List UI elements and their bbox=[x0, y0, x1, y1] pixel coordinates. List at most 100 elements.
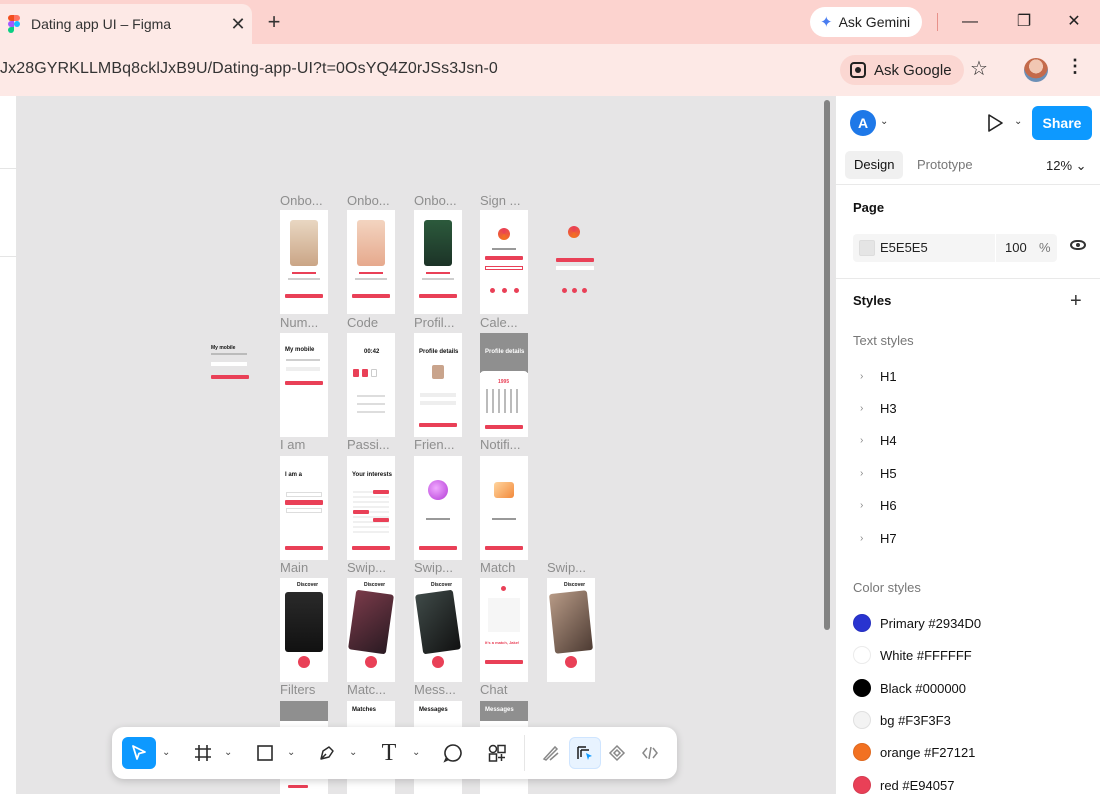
color-style-item[interactable]: White #FFFFFF bbox=[853, 645, 972, 665]
add-style-icon[interactable]: + bbox=[1070, 290, 1082, 313]
eye-icon[interactable] bbox=[1070, 240, 1086, 250]
page-color-hex[interactable]: E5E5E5 bbox=[880, 240, 928, 255]
new-tab-button[interactable]: + bbox=[262, 10, 286, 34]
frame-swipe-2[interactable]: Discover bbox=[414, 578, 462, 682]
color-style-item[interactable]: Black #000000 bbox=[853, 678, 966, 698]
text-style-item[interactable]: › H6 bbox=[860, 495, 897, 515]
figma-canvas[interactable]: My mobile Onbo... Onbo... Onbo... Sign .… bbox=[17, 96, 835, 794]
frame-label[interactable]: Mess... bbox=[414, 682, 456, 697]
comment-tool-button[interactable] bbox=[438, 737, 468, 769]
tabbar-divider bbox=[937, 13, 938, 31]
minimize-button[interactable]: — bbox=[958, 10, 982, 34]
user-avatar[interactable]: A bbox=[850, 110, 876, 136]
frame-label[interactable]: Num... bbox=[280, 315, 318, 330]
move-tool-button[interactable] bbox=[122, 737, 156, 769]
frame-label[interactable]: Onbo... bbox=[347, 193, 390, 208]
chevron-down-icon[interactable]: ⌄ bbox=[224, 747, 232, 758]
frame-label[interactable]: Filters bbox=[280, 682, 315, 697]
page-color-swatch[interactable] bbox=[859, 240, 875, 256]
frame-onboarding-1[interactable] bbox=[280, 210, 328, 314]
frame-label[interactable]: Swip... bbox=[347, 560, 386, 575]
chevron-down-icon[interactable]: ⌄ bbox=[1014, 116, 1022, 127]
frame-calendar[interactable]: Profile details 1995 bbox=[480, 333, 528, 437]
text-style-item[interactable]: › H5 bbox=[860, 463, 897, 483]
frame-label[interactable]: I am bbox=[280, 437, 305, 452]
frame-i-am[interactable]: I am a bbox=[280, 456, 328, 560]
close-window-button[interactable]: ✕ bbox=[1062, 10, 1086, 34]
zoom-level[interactable]: 12% ⌄ bbox=[1046, 158, 1087, 174]
color-style-item[interactable]: orange #F27121 bbox=[853, 742, 975, 762]
frame-label[interactable]: Frien... bbox=[414, 437, 454, 452]
canvas-scrollbar[interactable] bbox=[824, 100, 830, 630]
frame-passions[interactable]: Your interests bbox=[347, 456, 395, 560]
text-style-item[interactable]: › H7 bbox=[860, 528, 897, 548]
ask-gemini-button[interactable]: ✦ Ask Gemini bbox=[810, 7, 923, 37]
color-style-item[interactable]: Primary #2934D0 bbox=[853, 613, 981, 633]
frame-onboarding-2[interactable] bbox=[347, 210, 395, 314]
frame-profile-details[interactable]: Profile details bbox=[414, 333, 462, 437]
pen-tool-button[interactable] bbox=[312, 737, 342, 769]
text-line bbox=[211, 353, 247, 355]
color-style-item[interactable]: red #E94057 bbox=[853, 775, 954, 794]
dev-mode-button[interactable] bbox=[635, 737, 665, 769]
draw-mode-button[interactable] bbox=[536, 737, 566, 769]
text-style-item[interactable]: › H1 bbox=[860, 366, 897, 386]
actions-button[interactable] bbox=[482, 737, 512, 769]
frame-label[interactable]: Match bbox=[480, 560, 515, 575]
browser-tab[interactable]: Dating app UI – Figma ✕ bbox=[0, 4, 252, 44]
frame-sign-up-floating[interactable] bbox=[554, 220, 596, 310]
ask-google-button[interactable]: Ask Google bbox=[840, 55, 964, 85]
frame-label[interactable]: Sign ... bbox=[480, 193, 520, 208]
frame-match[interactable]: It's a match, Jake! bbox=[480, 578, 528, 682]
frame-main[interactable]: Discover bbox=[280, 578, 328, 682]
frame-onboarding-3[interactable] bbox=[414, 210, 462, 314]
prototype-mode-button[interactable] bbox=[602, 737, 632, 769]
frame-label[interactable]: Swip... bbox=[547, 560, 586, 575]
frame-sign-up[interactable] bbox=[480, 210, 528, 314]
frame-friends[interactable] bbox=[414, 456, 462, 560]
present-button[interactable] bbox=[982, 110, 1008, 136]
frame-label[interactable]: Code bbox=[347, 315, 378, 330]
chevron-right-icon: › bbox=[860, 402, 864, 414]
design-mode-button[interactable] bbox=[569, 737, 601, 769]
frame-label[interactable]: Onbo... bbox=[280, 193, 323, 208]
restore-button[interactable]: ❐ bbox=[1012, 10, 1036, 34]
frame-label[interactable]: Passi... bbox=[347, 437, 390, 452]
frame-swipe-1[interactable]: Discover bbox=[347, 578, 395, 682]
color-style-item[interactable]: bg #F3F3F3 bbox=[853, 710, 951, 730]
rectangle-tool-button[interactable] bbox=[250, 737, 280, 769]
frame-number[interactable]: My mobile bbox=[280, 333, 328, 437]
bookmark-star-icon[interactable]: ☆ bbox=[970, 56, 988, 81]
frame-label[interactable]: Onbo... bbox=[414, 193, 457, 208]
tab-prototype[interactable]: Prototype bbox=[908, 151, 982, 179]
frame-code[interactable]: 00:42 bbox=[347, 333, 395, 437]
color-style-name: Primary #2934D0 bbox=[880, 615, 982, 631]
browser-menu-icon[interactable]: ⋮ bbox=[1066, 56, 1084, 77]
browser-profile-avatar[interactable] bbox=[1024, 58, 1048, 82]
text-tool-button[interactable]: T bbox=[374, 737, 404, 769]
frame-label[interactable]: Profil... bbox=[414, 315, 454, 330]
chevron-down-icon[interactable]: ⌄ bbox=[412, 747, 420, 758]
frame-label[interactable]: Main bbox=[280, 560, 308, 575]
chevron-down-icon[interactable]: ⌄ bbox=[162, 747, 170, 758]
frame-label[interactable]: Matc... bbox=[347, 682, 386, 697]
url-text[interactable]: Jx28GYRKLLMBq8cklJxB9U/Dating-app-UI?t=0… bbox=[0, 60, 498, 78]
frame-label[interactable]: Cale... bbox=[480, 315, 518, 330]
share-button[interactable]: Share bbox=[1032, 106, 1092, 140]
chevron-down-icon[interactable]: ⌄ bbox=[880, 116, 888, 127]
frame-label[interactable]: Notifi... bbox=[480, 437, 520, 452]
chevron-down-icon[interactable]: ⌄ bbox=[349, 747, 357, 758]
text-style-item[interactable]: › H3 bbox=[860, 398, 897, 418]
page-color-field[interactable]: E5E5E5 100 % bbox=[853, 234, 1057, 262]
chevron-down-icon[interactable]: ⌄ bbox=[287, 747, 295, 758]
frame-tool-button[interactable] bbox=[188, 737, 218, 769]
frame-swipe-3[interactable]: Discover bbox=[547, 578, 595, 682]
frame-label[interactable]: Swip... bbox=[414, 560, 453, 575]
text-style-item[interactable]: › H4 bbox=[860, 430, 897, 450]
tab-design[interactable]: Design bbox=[845, 151, 904, 179]
page-opacity[interactable]: 100 bbox=[1005, 240, 1027, 255]
frame-notifications[interactable] bbox=[480, 456, 528, 560]
frame-label[interactable]: Chat bbox=[480, 682, 507, 697]
frame-my-mobile-floating[interactable]: My mobile bbox=[210, 342, 250, 386]
tab-close-icon[interactable]: ✕ bbox=[224, 14, 252, 35]
